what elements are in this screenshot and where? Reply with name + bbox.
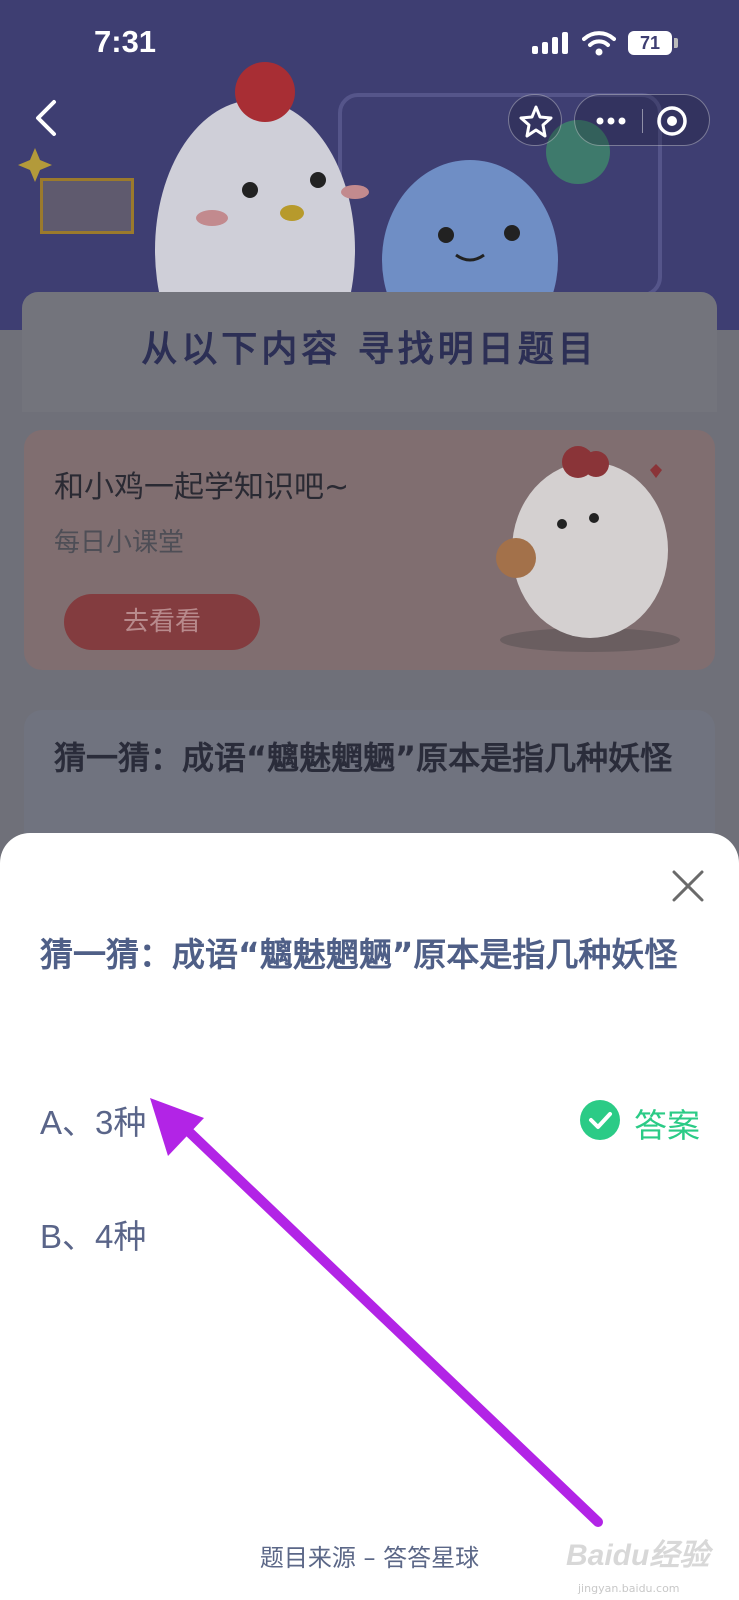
favorite-button[interactable] [508, 94, 562, 146]
answer-badge: 答案 [580, 1097, 720, 1145]
question-text: 猜一猜：成语“魑魅魍魉”原本是指几种妖怪 [40, 935, 678, 974]
back-chevron-icon[interactable] [30, 98, 64, 138]
option-a[interactable]: A、3种 [40, 1096, 146, 1144]
watermark-logo: Baidu经验 [566, 1539, 710, 1572]
status-time: 7:31 [94, 24, 157, 59]
screen: 7:31 71 从以下内容 寻找明日题目 和小鸡一起学知识吧~ 每日小课堂 去看… [0, 0, 739, 1600]
option-b[interactable]: B、4种 [40, 1210, 146, 1258]
status-bar: 7:31 71 [0, 0, 739, 90]
banner-title: 从以下内容 寻找明日题目 [141, 329, 598, 370]
close-icon[interactable] [668, 866, 708, 906]
miniapp-capsule [574, 94, 710, 146]
answer-label: 答案 [634, 1106, 700, 1145]
question-card-title: 猜一猜：成语“魑魅魍魉”原本是指几种妖怪 [54, 739, 673, 777]
daily-class-subtitle: 每日小课堂 [54, 528, 185, 558]
check-circle-icon [580, 1100, 620, 1140]
daily-class-title: 和小鸡一起学知识吧~ [54, 470, 350, 505]
wifi-icon [582, 31, 616, 56]
watermark-url: jingyan.baidu.com [578, 1582, 680, 1595]
star-icon [519, 105, 553, 138]
go-see-button[interactable]: 去看看 [64, 594, 260, 650]
battery-indicator: 71 [628, 31, 672, 55]
medal-frame [40, 178, 134, 234]
signal-icon [532, 32, 572, 54]
chick-mascot-image [496, 446, 680, 652]
ellipsis-icon[interactable] [593, 110, 629, 132]
battery-tip [674, 38, 678, 48]
target-icon[interactable] [655, 104, 689, 138]
capsule-divider [642, 109, 643, 133]
